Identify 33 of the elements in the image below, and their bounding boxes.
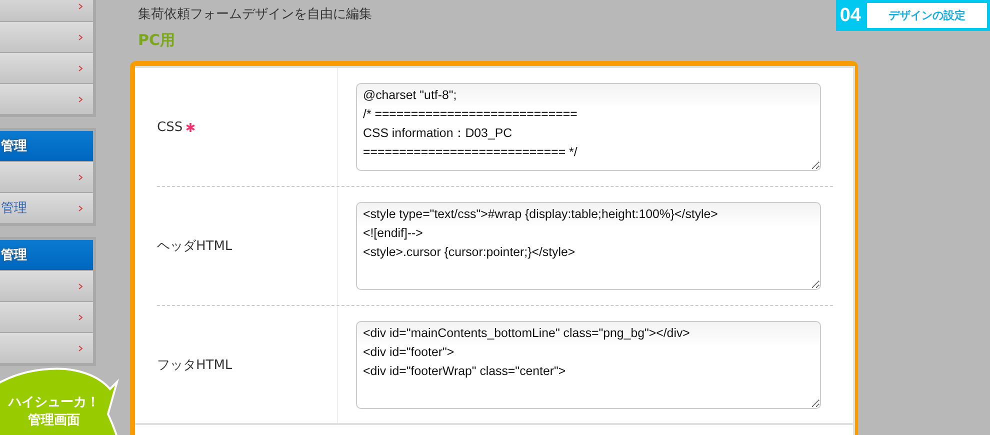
sidebar-item[interactable] xyxy=(0,333,93,363)
sidebar-item[interactable] xyxy=(0,22,93,52)
sidebar-heading: 管理 xyxy=(0,131,93,161)
code-field[interactable]: @charset "utf-8"; /* ============================ CSS information：D03_PC ============================ */ xyxy=(356,83,821,171)
chevron-icon xyxy=(78,204,83,212)
sidebar-item[interactable] xyxy=(0,162,93,192)
step-label: デザインの設定 xyxy=(867,3,987,28)
chevron-icon xyxy=(78,314,83,320)
field-label: CSS xyxy=(157,120,183,134)
page-title: PC用 xyxy=(138,31,176,50)
sidebar-item[interactable] xyxy=(0,0,93,21)
sidebar-item[interactable] xyxy=(0,302,93,332)
code-field[interactable]: <style type="text/css">#wrap {display:table;height:100%}</style> <![endif]--> <style>.cursor {cursor:pointer;}</style> xyxy=(356,202,821,290)
sidebar-item[interactable] xyxy=(0,53,93,83)
sidebar-item-label: 管理 xyxy=(1,200,27,217)
chevron-icon xyxy=(78,64,83,72)
sidebar-item[interactable] xyxy=(0,84,93,114)
code-field[interactable]: <div id="mainContents_bottomLine" class="png_bg"></div> <div id="footer"> <div id="footerWrap" class="center"> xyxy=(356,320,821,408)
chevron-icon xyxy=(78,344,83,352)
sidebar-item[interactable] xyxy=(0,271,93,301)
bubble-text: 管理画面 xyxy=(28,412,80,430)
sidebar-item[interactable]: 管理 xyxy=(0,193,93,223)
chevron-icon xyxy=(78,96,83,102)
chevron-icon xyxy=(78,174,83,180)
chevron-icon xyxy=(78,2,83,10)
step-number: 04 xyxy=(840,4,861,26)
page-description: 集荷依頼フォームデザインを自由に編集 xyxy=(138,6,372,23)
bubble-text: ハイシューカ！ xyxy=(8,394,100,412)
field-label: ヘッダHTML xyxy=(157,238,232,255)
chevron-icon xyxy=(78,34,83,40)
chevron-icon xyxy=(78,282,83,290)
field-label: フッタHTML xyxy=(157,356,232,374)
sidebar-heading: 管理 xyxy=(0,240,93,270)
